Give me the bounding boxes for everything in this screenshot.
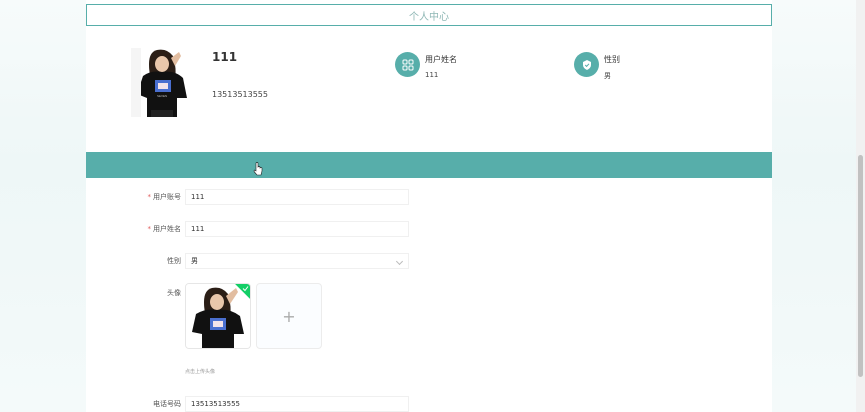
chevron-down-icon xyxy=(395,257,404,266)
account-info-value: 111 xyxy=(425,71,439,79)
page-background-left xyxy=(0,0,86,412)
phone-field[interactable]: 13513513555 xyxy=(185,396,409,412)
profile-nav-bar xyxy=(86,152,772,178)
avatar-photo: SEVEN xyxy=(131,48,193,117)
svg-text:SEVEN: SEVEN xyxy=(157,94,167,98)
gender-info-value: 男 xyxy=(604,72,611,80)
account-info-label: 用户姓名 xyxy=(425,55,457,64)
page-scrollbar-thumb[interactable] xyxy=(858,155,863,377)
profile-phone: 13513513555 xyxy=(212,90,268,99)
page-title-text: 个人中心 xyxy=(409,11,449,23)
gender-info-label: 性别 xyxy=(604,55,620,64)
avatar-upload-button[interactable]: + xyxy=(256,283,322,349)
profile-username: 111 xyxy=(212,50,238,64)
nav-item-password[interactable]: 修改密码 xyxy=(151,0,179,26)
page-background-right xyxy=(772,0,856,412)
name-field[interactable]: 111 xyxy=(185,221,409,237)
plus-icon: + xyxy=(282,306,296,326)
nav-item-activity[interactable]: 活动报名 xyxy=(203,0,231,26)
account-field-label: * 用户账号 xyxy=(147,193,182,201)
avatar-thumbnail xyxy=(186,284,250,348)
profile-avatar: SEVEN xyxy=(131,48,193,117)
apps-grid-icon xyxy=(395,52,420,77)
avatar-upload-hint: 点击上传头像 xyxy=(185,369,216,375)
nav-item-orders[interactable]: 商品订单 xyxy=(255,0,283,26)
nav-item-my-posts[interactable]: 我的发布 xyxy=(307,0,335,26)
gender-select-value: 男 xyxy=(191,257,198,265)
gender-field-label: 性别 xyxy=(167,257,181,265)
page-title: 个人中心 xyxy=(86,4,772,26)
account-field[interactable]: 111 xyxy=(185,189,409,205)
gender-select[interactable]: 男 xyxy=(185,253,409,269)
nav-item-favorites[interactable]: 我的收藏 xyxy=(360,0,388,26)
nav-item-profile[interactable]: 个人中心 xyxy=(99,0,127,26)
avatar-upload-preview[interactable] xyxy=(185,283,251,349)
check-icon xyxy=(242,286,249,292)
avatar-field-label: 头像 xyxy=(167,289,181,297)
name-field-label: * 用户姓名 xyxy=(147,225,182,233)
mouse-cursor-icon xyxy=(253,162,263,176)
shield-icon xyxy=(574,52,599,77)
phone-field-label: 电话号码 xyxy=(153,400,181,408)
